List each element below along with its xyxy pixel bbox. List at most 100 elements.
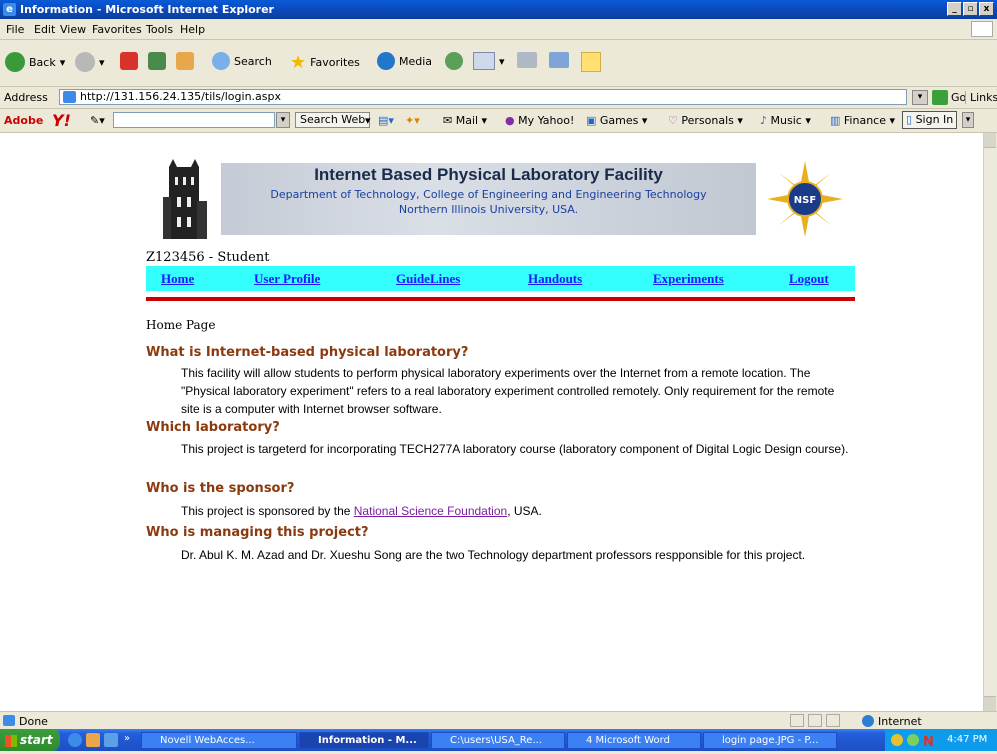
scroll-down-arrow-icon[interactable] — [984, 696, 996, 711]
taskbar-item-active[interactable]: Information - M... — [299, 732, 429, 749]
music-icon: ♪ — [760, 114, 768, 127]
sponsor-suffix: , USA. — [507, 504, 542, 518]
tray-icon[interactable] — [907, 734, 919, 746]
games-link[interactable]: ▣ Games ▾ — [586, 114, 647, 127]
nav-guidelines[interactable]: GuideLines — [396, 271, 460, 287]
search-button[interactable]: Search — [212, 52, 272, 70]
home-icon — [176, 52, 194, 70]
menu-file[interactable]: File — [6, 23, 24, 36]
note-icon — [581, 52, 601, 72]
taskbar-item[interactable]: C:\users\USA_Re... — [431, 732, 565, 749]
back-button[interactable]: Back ▾ — [5, 52, 65, 72]
status-text: Done — [19, 715, 48, 728]
status-panel — [808, 714, 822, 727]
forward-arrow-icon — [75, 52, 95, 72]
menu-edit[interactable]: Edit — [34, 23, 55, 36]
history-button[interactable] — [445, 52, 463, 70]
yahoo-logo-icon[interactable]: Y! — [52, 111, 71, 130]
globe-icon — [862, 715, 874, 727]
personals-link[interactable]: ♡ Personals ▾ — [668, 114, 743, 127]
refresh-button[interactable] — [148, 52, 166, 70]
windows-logo-icon — [5, 734, 17, 747]
links-button[interactable]: Links — [965, 91, 997, 104]
nsf-logo-text: NSF — [794, 195, 816, 206]
favorites-label: Favorites — [310, 56, 360, 69]
adobe-button[interactable]: Adobe — [4, 114, 43, 127]
edit-button[interactable] — [549, 52, 569, 68]
bookmark-icon[interactable]: ▤▾ — [378, 114, 394, 127]
sign-in-dropdown[interactable]: ▾ — [962, 112, 974, 128]
media-label: Media — [399, 54, 433, 68]
nav-handouts[interactable]: Handouts — [528, 271, 582, 287]
quicklaunch-ie-icon[interactable] — [68, 733, 82, 747]
search-icon — [212, 52, 230, 70]
forward-button[interactable]: ▾ — [75, 52, 105, 72]
quicklaunch-desktop-icon[interactable] — [86, 733, 100, 747]
minimize-button[interactable]: _ — [947, 2, 962, 16]
nsf-logo: NSF — [765, 159, 845, 239]
music-link[interactable]: ♪ Music ▾ — [760, 114, 811, 127]
sponsor-text: This project is sponsored by the — [181, 504, 354, 518]
taskbar-item[interactable]: 4 Microsoft Word — [567, 732, 701, 749]
print-button[interactable] — [517, 52, 537, 68]
address-url: http://131.156.24.135/tils/login.aspx — [80, 90, 281, 103]
finance-link[interactable]: ▥ Finance ▾ — [830, 114, 895, 127]
my-yahoo-link[interactable]: ● My Yahoo! — [505, 114, 574, 127]
ie-icon: e — [3, 3, 16, 16]
my-yahoo-label: My Yahoo! — [518, 114, 575, 127]
menu-view[interactable]: View — [60, 23, 86, 36]
nav-logout[interactable]: Logout — [789, 271, 829, 287]
menu-tools[interactable]: Tools — [146, 23, 173, 36]
pencil-icon[interactable]: ✎▾ — [90, 114, 105, 127]
quicklaunch-more-icon[interactable]: » — [124, 733, 130, 744]
toolbar: Back ▾ ▾ Search ★ Favorites Media ▾ — [0, 40, 997, 87]
menu-help[interactable]: Help — [180, 23, 205, 36]
start-button[interactable]: start — [0, 729, 60, 751]
mail-icon — [473, 52, 495, 70]
taskbar-item[interactable]: Novell WebAcces... — [141, 732, 297, 749]
nav-user-profile[interactable]: User Profile — [254, 271, 320, 287]
my-yahoo-icon: ● — [505, 114, 515, 127]
quicklaunch-media-icon[interactable] — [104, 733, 118, 747]
close-button[interactable]: x — [979, 2, 994, 16]
site-banner: Internet Based Physical Laboratory Facil… — [143, 151, 856, 246]
search-web-button[interactable]: Search Web — [295, 112, 371, 128]
mail-button[interactable]: ▾ — [473, 52, 505, 70]
search-label: Search — [234, 54, 272, 68]
yahoo-search-dropdown[interactable]: ▾ — [276, 112, 290, 128]
refresh-icon — [148, 52, 166, 70]
windows-logo-icon — [971, 21, 993, 37]
music-label: Music — [770, 114, 802, 127]
yahoo-search-input[interactable] — [113, 112, 275, 128]
scroll-up-arrow-icon[interactable] — [984, 133, 996, 148]
address-dropdown-button[interactable]: ▾ — [912, 90, 928, 105]
nsf-link[interactable]: National Science Foundation — [354, 504, 507, 518]
messenger-button[interactable] — [581, 52, 601, 72]
nav-experiments[interactable]: Experiments — [653, 271, 724, 287]
dropdown-icon[interactable]: ▾ — [365, 114, 371, 127]
vertical-scrollbar[interactable] — [983, 133, 997, 711]
stop-button[interactable] — [120, 52, 138, 70]
home-button[interactable] — [176, 52, 194, 70]
section-text: This project is targeterd for incorporat… — [181, 442, 849, 456]
menu-favorites[interactable]: Favorites — [92, 23, 142, 36]
mail-link[interactable]: ✉ Mail ▾ — [443, 114, 487, 127]
status-bar: Done Internet — [0, 711, 997, 730]
page-icon — [63, 91, 76, 103]
taskbar-item[interactable]: login page.JPG - P... — [703, 732, 837, 749]
media-button[interactable]: Media — [377, 52, 432, 70]
address-input[interactable]: http://131.156.24.135/tils/login.aspx — [59, 89, 907, 105]
go-button[interactable]: Go — [932, 90, 966, 105]
nav-home[interactable]: Home — [161, 271, 194, 287]
nav-divider — [146, 297, 855, 301]
address-label: Address — [4, 91, 48, 104]
section-text: This facility will allow students to per… — [181, 366, 835, 416]
clock: 4:47 PM — [947, 734, 988, 745]
crosshair-icon[interactable]: ✦▾ — [405, 114, 420, 127]
favorites-button[interactable]: ★ Favorites — [290, 52, 360, 73]
chevron-down-icon: ▾ — [99, 55, 105, 69]
title-bar: e Information - Microsoft Internet Explo… — [0, 0, 997, 19]
tray-icon[interactable] — [891, 734, 903, 746]
restore-button[interactable]: ▫ — [963, 2, 978, 16]
sign-in-button[interactable]: ▯ Sign In — [902, 111, 958, 129]
